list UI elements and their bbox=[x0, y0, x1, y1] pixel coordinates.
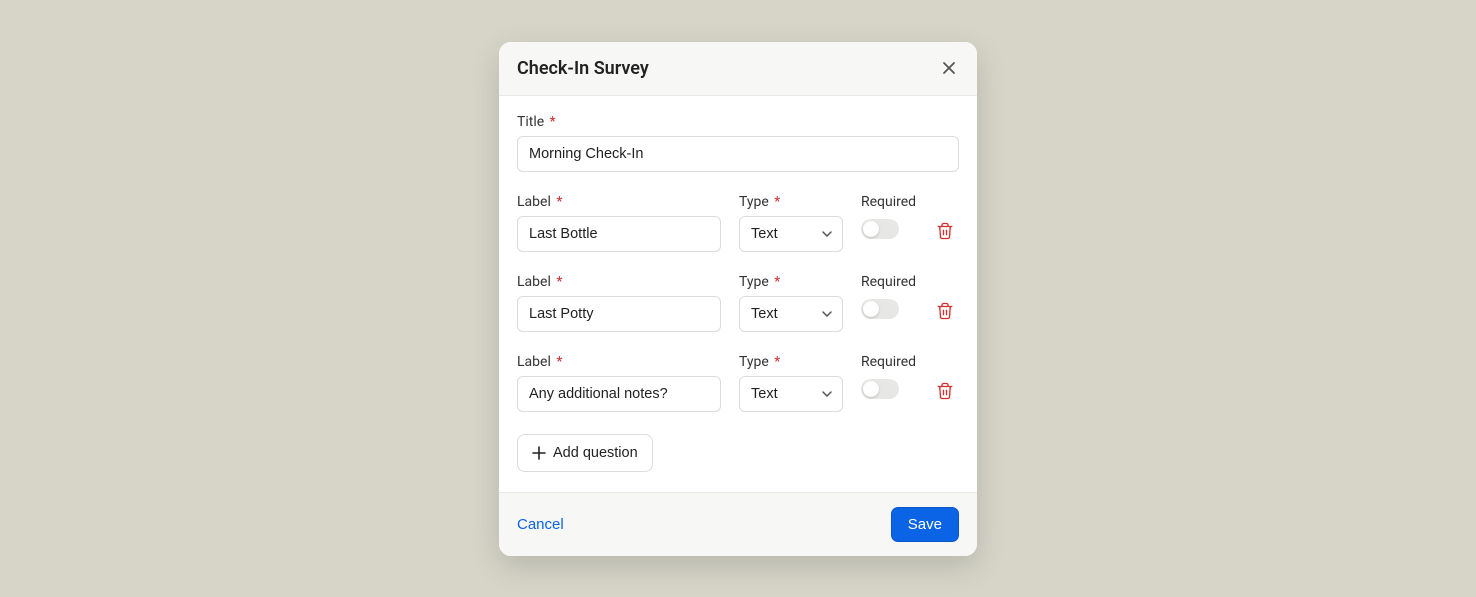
trash-icon bbox=[936, 382, 954, 400]
question-label-input[interactable] bbox=[517, 376, 721, 412]
required-mark: * bbox=[556, 354, 562, 370]
required-mark: * bbox=[556, 194, 562, 210]
delete-question-button[interactable] bbox=[934, 380, 956, 402]
delete-question-button[interactable] bbox=[934, 300, 956, 322]
required-mark: * bbox=[556, 274, 562, 290]
question-row: Label * Type * Text bbox=[517, 354, 959, 412]
title-label: Title * bbox=[517, 114, 959, 130]
label-heading-text: Label bbox=[517, 274, 551, 290]
type-heading: Type * bbox=[739, 194, 843, 210]
required-toggle[interactable] bbox=[861, 219, 899, 239]
add-question-button[interactable]: Add question bbox=[517, 434, 653, 472]
modal-title: Check-In Survey bbox=[517, 58, 649, 79]
save-button[interactable]: Save bbox=[891, 507, 959, 542]
required-mark: * bbox=[550, 114, 556, 130]
close-button[interactable] bbox=[939, 58, 959, 78]
question-type-col: Type * Text bbox=[739, 274, 843, 332]
modal-footer: Cancel Save bbox=[499, 492, 977, 556]
required-toggle[interactable] bbox=[861, 299, 899, 319]
question-row: Label * Type * Text bbox=[517, 274, 959, 332]
label-heading: Label * bbox=[517, 274, 721, 290]
question-delete-col bbox=[934, 194, 956, 242]
label-heading: Label * bbox=[517, 354, 721, 370]
type-heading-text: Type bbox=[739, 194, 769, 210]
question-required-col: Required bbox=[861, 354, 916, 403]
question-label-col: Label * bbox=[517, 354, 721, 412]
required-heading: Required bbox=[861, 354, 916, 370]
cancel-button[interactable]: Cancel bbox=[517, 512, 564, 537]
required-heading: Required bbox=[861, 194, 916, 210]
label-heading: Label * bbox=[517, 194, 721, 210]
question-label-input[interactable] bbox=[517, 296, 721, 332]
plus-icon bbox=[532, 446, 546, 460]
question-type-select[interactable]: Text bbox=[739, 296, 843, 332]
type-select-wrap: Text bbox=[739, 376, 843, 412]
type-select-wrap: Text bbox=[739, 296, 843, 332]
type-heading-text: Type bbox=[739, 354, 769, 370]
question-type-col: Type * Text bbox=[739, 354, 843, 412]
required-mark: * bbox=[774, 354, 780, 370]
check-in-survey-modal: Check-In Survey Title * Label * bbox=[499, 42, 977, 556]
type-heading: Type * bbox=[739, 354, 843, 370]
trash-icon bbox=[936, 302, 954, 320]
question-type-select[interactable]: Text bbox=[739, 216, 843, 252]
type-value: Text bbox=[751, 306, 778, 322]
type-value: Text bbox=[751, 386, 778, 402]
modal-body: Title * Label * Type * T bbox=[499, 96, 977, 492]
title-field-group: Title * bbox=[517, 114, 959, 172]
add-question-label: Add question bbox=[553, 445, 638, 461]
question-row: Label * Type * Text bbox=[517, 194, 959, 252]
trash-icon bbox=[936, 222, 954, 240]
title-input[interactable] bbox=[517, 136, 959, 172]
label-heading-text: Label bbox=[517, 194, 551, 210]
label-heading-text: Label bbox=[517, 354, 551, 370]
type-value: Text bbox=[751, 226, 778, 242]
type-heading-text: Type bbox=[739, 274, 769, 290]
required-heading: Required bbox=[861, 274, 916, 290]
question-delete-col bbox=[934, 354, 956, 402]
required-mark: * bbox=[774, 194, 780, 210]
question-type-select[interactable]: Text bbox=[739, 376, 843, 412]
type-heading: Type * bbox=[739, 274, 843, 290]
question-required-col: Required bbox=[861, 274, 916, 323]
title-label-text: Title bbox=[517, 114, 544, 130]
delete-question-button[interactable] bbox=[934, 220, 956, 242]
question-delete-col bbox=[934, 274, 956, 322]
question-label-input[interactable] bbox=[517, 216, 721, 252]
required-toggle[interactable] bbox=[861, 379, 899, 399]
close-icon bbox=[941, 60, 957, 76]
question-required-col: Required bbox=[861, 194, 916, 243]
question-label-col: Label * bbox=[517, 274, 721, 332]
modal-header: Check-In Survey bbox=[499, 42, 977, 96]
required-mark: * bbox=[774, 274, 780, 290]
question-type-col: Type * Text bbox=[739, 194, 843, 252]
type-select-wrap: Text bbox=[739, 216, 843, 252]
question-label-col: Label * bbox=[517, 194, 721, 252]
